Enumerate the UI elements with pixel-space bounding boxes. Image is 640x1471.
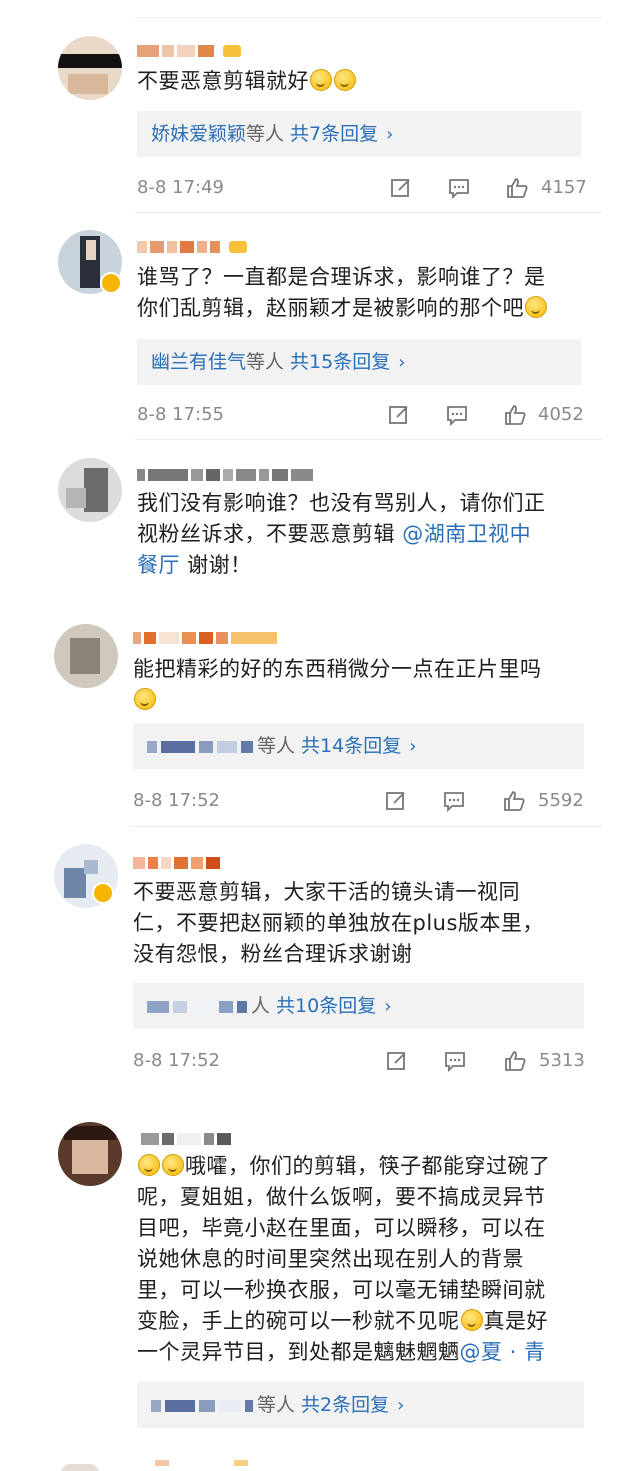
- reply-summary[interactable]: 等人 共14条回复 ›: [133, 723, 584, 769]
- emoji-smile-icon: [134, 688, 156, 710]
- comment-icon[interactable]: [443, 1049, 467, 1073]
- reply-count[interactable]: 共7条回复: [290, 123, 378, 145]
- chevron-right-icon: ›: [409, 736, 417, 757]
- comment-text-line: 真是好: [483, 1309, 548, 1333]
- comment-text-line: 不要恶意剪辑，大家干活的镜头请一视同: [133, 880, 520, 904]
- emoji-thinking-icon: [525, 296, 547, 318]
- chevron-right-icon: ›: [398, 352, 406, 373]
- comment-text-line: 没有怨恨，粉丝合理诉求谢谢: [133, 942, 413, 966]
- comment-text-line: 目吧，毕竟小赵在里面，可以瞬移，可以在: [137, 1216, 546, 1240]
- comment-text-line: 不要恶意剪辑就好: [137, 69, 309, 93]
- comment-text: 不要恶意剪辑，大家干活的镜头请一视同 仁，不要把赵丽颖的单独放在plus版本里，…: [133, 877, 544, 970]
- edit-icon[interactable]: [385, 1049, 409, 1073]
- comment-icon[interactable]: [442, 789, 466, 813]
- like-count: 4157: [541, 177, 587, 198]
- reply-summary[interactable]: 娇妹爱颖颖等人 共7条回复 ›: [137, 111, 581, 157]
- reply-summary[interactable]: 幽兰有佳气等人 共15条回复 ›: [137, 339, 581, 385]
- divider: [135, 17, 602, 18]
- reply-mid: 等人: [246, 351, 285, 373]
- username-blurred[interactable]: [141, 1128, 234, 1146]
- divider: [131, 826, 602, 827]
- emoji-smile-icon: [334, 69, 356, 91]
- comment-icon[interactable]: [445, 403, 469, 427]
- like-count: 4052: [538, 404, 584, 425]
- comment-text-line: 谁骂了？一直都是合理诉求，影响谁了？是: [137, 265, 546, 289]
- divider: [135, 212, 602, 213]
- mention-link[interactable]: 餐厅: [137, 553, 180, 577]
- comment-meta: 8-8 17:52 5592: [133, 787, 588, 817]
- edit-icon[interactable]: [387, 403, 411, 427]
- comment-text-line: 一个灵异节目，到处都是魑魅魍魉: [137, 1340, 460, 1364]
- comment-meta: 8-8 17:49 4157: [137, 174, 587, 204]
- vip-badge-icon: [223, 44, 241, 57]
- reply-count[interactable]: 共10条回复: [276, 995, 376, 1017]
- reply-names[interactable]: 娇妹爱颖颖: [151, 123, 246, 145]
- comment-text-line: 说她休息的时间里突然出现在别人的背景: [137, 1247, 524, 1271]
- comment-meta: 8-8 17:55 4052: [137, 401, 587, 431]
- emoji-smile-icon: [460, 1309, 483, 1331]
- like-icon[interactable]: [502, 789, 526, 813]
- comment-text-line: 你们乱剪辑，赵丽颖才是被影响的那个吧: [137, 296, 524, 320]
- comment-text-line: 谢谢！: [180, 553, 252, 577]
- like-icon[interactable]: [503, 403, 527, 427]
- like-count: 5592: [538, 790, 584, 811]
- avatar[interactable]: [58, 1122, 122, 1186]
- username-blurred[interactable]: [133, 852, 223, 870]
- comment-text: 不要恶意剪辑就好: [137, 66, 357, 97]
- comment-text-line: 我们没有影响谁？也没有骂别人，请你们正: [137, 491, 546, 515]
- username-blurred[interactable]: [133, 627, 280, 645]
- comment-text-line: 哦嚯，你们的剪辑，筷子都能穿过碗了: [185, 1154, 551, 1178]
- reply-summary[interactable]: 人共10条回复 ›: [133, 983, 584, 1029]
- vip-badge-icon: [229, 240, 247, 253]
- comment-text-line: 视粉丝诉求，不要恶意剪辑: [137, 522, 403, 546]
- comment-text: 哦嚯，你们的剪辑，筷子都能穿过碗了 呢，夏姐姐，做什么饭啊，要不搞成灵异节 目吧…: [137, 1151, 551, 1368]
- timestamp: 8-8 17:49: [137, 177, 224, 198]
- avatar[interactable]: [58, 36, 122, 100]
- reply-count[interactable]: 共14条回复: [301, 735, 401, 757]
- avatar[interactable]: [58, 458, 122, 522]
- like-icon[interactable]: [505, 176, 529, 200]
- username-blurred[interactable]: [137, 236, 250, 254]
- reply-mid: 等人: [257, 1394, 296, 1416]
- reply-count[interactable]: 共2条回复: [301, 1394, 389, 1416]
- edit-icon[interactable]: [384, 789, 408, 813]
- edit-icon[interactable]: [389, 176, 413, 200]
- reply-names[interactable]: 幽兰有佳气: [151, 351, 246, 373]
- comment-text: 我们没有影响谁？也没有骂别人，请你们正 视粉丝诉求，不要恶意剪辑 @湖南卫视中 …: [137, 488, 546, 581]
- mention-link[interactable]: @夏 · 青: [460, 1340, 546, 1364]
- comment-text-line: 能把精彩的好的东西稍微分一点在正片里吗: [133, 657, 542, 681]
- emoji-thinking-icon: [138, 1154, 160, 1176]
- divider: [135, 439, 602, 440]
- comment-text-line: 里，可以一秒换衣服，可以毫无铺垫瞬间就: [137, 1278, 546, 1302]
- comment-text: 能把精彩的好的东西稍微分一点在正片里吗: [133, 654, 542, 716]
- comment-text-line: 变脸，手上的碗可以一秒就不见呢: [137, 1309, 460, 1333]
- avatar[interactable]: [54, 624, 118, 688]
- reply-count[interactable]: 共15条回复: [290, 351, 390, 373]
- comment-icon[interactable]: [447, 176, 471, 200]
- emoji-smile-icon: [162, 1154, 184, 1176]
- reply-summary[interactable]: 等人 共2条回复 ›: [137, 1382, 584, 1428]
- username-blurred[interactable]: [137, 464, 316, 482]
- comment-text: 谁骂了？一直都是合理诉求，影响谁了？是 你们乱剪辑，赵丽颖才是被影响的那个吧: [137, 262, 548, 324]
- timestamp: 8-8 17:55: [137, 404, 224, 425]
- username-blurred[interactable]: [137, 40, 244, 58]
- comment-meta: 8-8 17:52 5313: [133, 1047, 588, 1077]
- timestamp: 8-8 17:52: [133, 790, 220, 811]
- verified-badge-icon: [92, 882, 114, 904]
- like-count: 5313: [539, 1050, 585, 1071]
- chevron-right-icon: ›: [384, 996, 392, 1017]
- next-comment-peek: [60, 1460, 360, 1471]
- timestamp: 8-8 17:52: [133, 1050, 220, 1071]
- chevron-right-icon: ›: [397, 1395, 405, 1416]
- verified-badge-icon: [100, 272, 122, 294]
- mention-link[interactable]: @湖南卫视中: [402, 522, 531, 546]
- reply-mid: 等人: [257, 735, 296, 757]
- like-icon[interactable]: [503, 1049, 527, 1073]
- reply-mid: 人: [251, 995, 271, 1017]
- chevron-right-icon: ›: [386, 124, 394, 145]
- reply-mid: 等人: [246, 123, 285, 145]
- comment-text-line: 呢，夏姐姐，做什么饭啊，要不搞成灵异节: [137, 1185, 546, 1209]
- emoji-smile-icon: [310, 69, 332, 91]
- comment-text-line: 仁，不要把赵丽颖的单独放在plus版本里，: [133, 911, 544, 935]
